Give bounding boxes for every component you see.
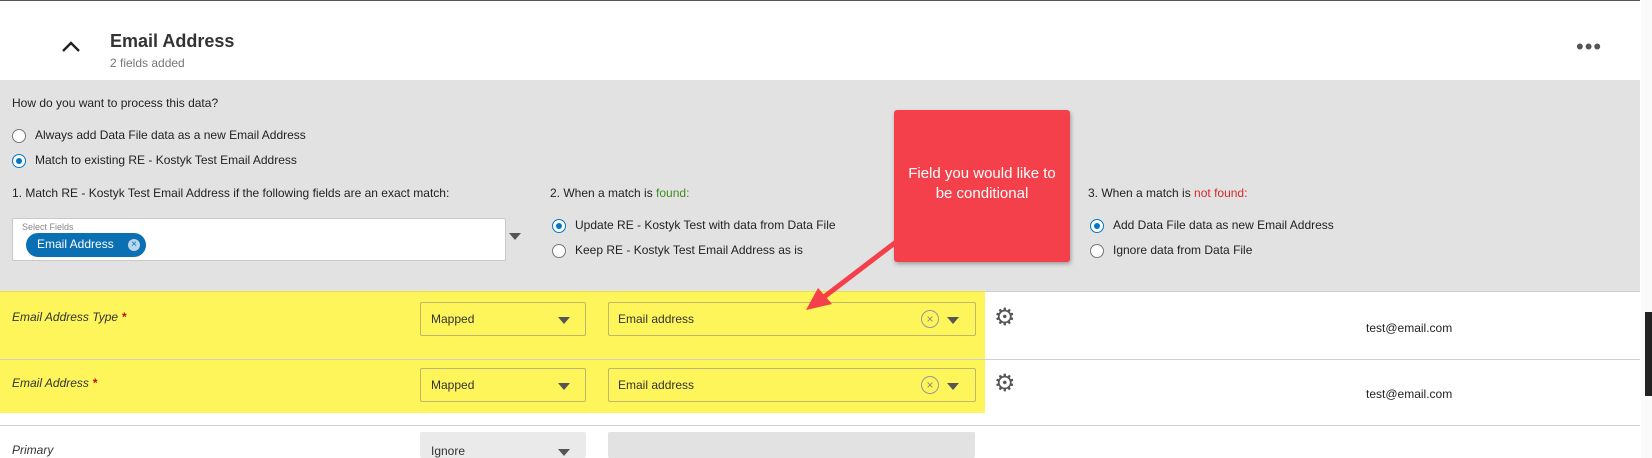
radio-always-add[interactable]	[12, 129, 26, 143]
row-divider	[0, 425, 1640, 426]
mapping-mode-value: Ignore	[431, 444, 466, 458]
clear-icon[interactable]: ×	[921, 376, 939, 394]
select-dropdown-arrow-icon[interactable]	[509, 233, 521, 240]
chevron-up-icon[interactable]	[60, 38, 82, 54]
radio-always-add-label: Always add Data File data as a new Email…	[35, 128, 306, 142]
clear-icon[interactable]: ×	[921, 310, 939, 328]
mapping-mode-value: Mapped	[431, 312, 475, 326]
mapping-mode-value: Mapped	[431, 378, 475, 392]
match-step2-label: 2. When a match is found:	[550, 186, 689, 200]
annotation-arrow	[806, 239, 899, 310]
mapped-column-value: Email address	[618, 378, 695, 392]
process-question: How do you want to process this data?	[12, 96, 219, 110]
gear-icon[interactable]: ⚙	[994, 372, 1016, 396]
mapped-column-dropdown-disabled	[608, 432, 975, 458]
top-border	[0, 0, 1640, 1]
radio-match-existing-label: Match to existing RE - Kostyk Test Email…	[35, 153, 297, 167]
dropdown-arrow-icon[interactable]	[558, 449, 570, 456]
step3-prefix: 3. When a match is	[1088, 186, 1195, 200]
field-name: Email Address *	[12, 376, 98, 390]
section-title: Email Address	[110, 31, 235, 51]
radio-update-record[interactable]	[552, 219, 566, 233]
radio-add-new-label: Add Data File data as new Email Address	[1113, 218, 1334, 232]
scrollbar-thumb[interactable]	[1645, 312, 1652, 396]
select-fields-label: Select Fields	[22, 222, 74, 232]
mapped-column-value: Email address	[618, 312, 695, 326]
radio-ignore-label: Ignore data from Data File	[1113, 243, 1253, 257]
match-step3-label: 3. When a match is not found:	[1088, 186, 1247, 200]
row-divider	[0, 359, 1640, 360]
field-chip-label: Email Address	[37, 237, 114, 251]
step3-not-found-word: not found:	[1194, 186, 1248, 200]
field-name: Email Address Type *	[12, 310, 127, 324]
radio-ignore[interactable]	[1090, 244, 1104, 258]
field-name-text: Email Address	[12, 376, 89, 390]
required-marker: *	[122, 310, 127, 324]
step2-found-word: found:	[656, 186, 690, 200]
match-step1-label: 1. Match RE - Kostyk Test Email Address …	[12, 186, 450, 200]
dropdown-arrow-icon[interactable]	[947, 383, 959, 390]
radio-keep-record[interactable]	[552, 244, 566, 258]
radio-add-new[interactable]	[1090, 219, 1104, 233]
sample-value: test@email.com	[1366, 387, 1453, 401]
annotation-text: Field you would like to be conditional	[908, 165, 1056, 202]
more-horizontal-icon[interactable]: •••	[1576, 36, 1602, 58]
gear-icon[interactable]: ⚙	[994, 306, 1016, 330]
section-subtitle: 2 fields added	[110, 56, 185, 70]
step2-prefix: 2. When a match is	[550, 186, 657, 200]
dropdown-arrow-icon[interactable]	[558, 383, 570, 390]
dropdown-arrow-icon[interactable]	[558, 317, 570, 324]
radio-update-record-label: Update RE - Kostyk Test with data from D…	[575, 218, 836, 232]
required-marker: *	[92, 376, 98, 390]
sample-value: test@email.com	[1366, 321, 1453, 335]
chip-remove-icon[interactable]: ×	[128, 239, 140, 251]
field-name: Primary	[12, 443, 54, 457]
dropdown-arrow-icon[interactable]	[947, 317, 959, 324]
radio-match-existing[interactable]	[12, 154, 26, 168]
field-name-text: Email Address Type	[12, 310, 119, 324]
radio-keep-record-label: Keep RE - Kostyk Test Email Address as i…	[575, 243, 803, 257]
